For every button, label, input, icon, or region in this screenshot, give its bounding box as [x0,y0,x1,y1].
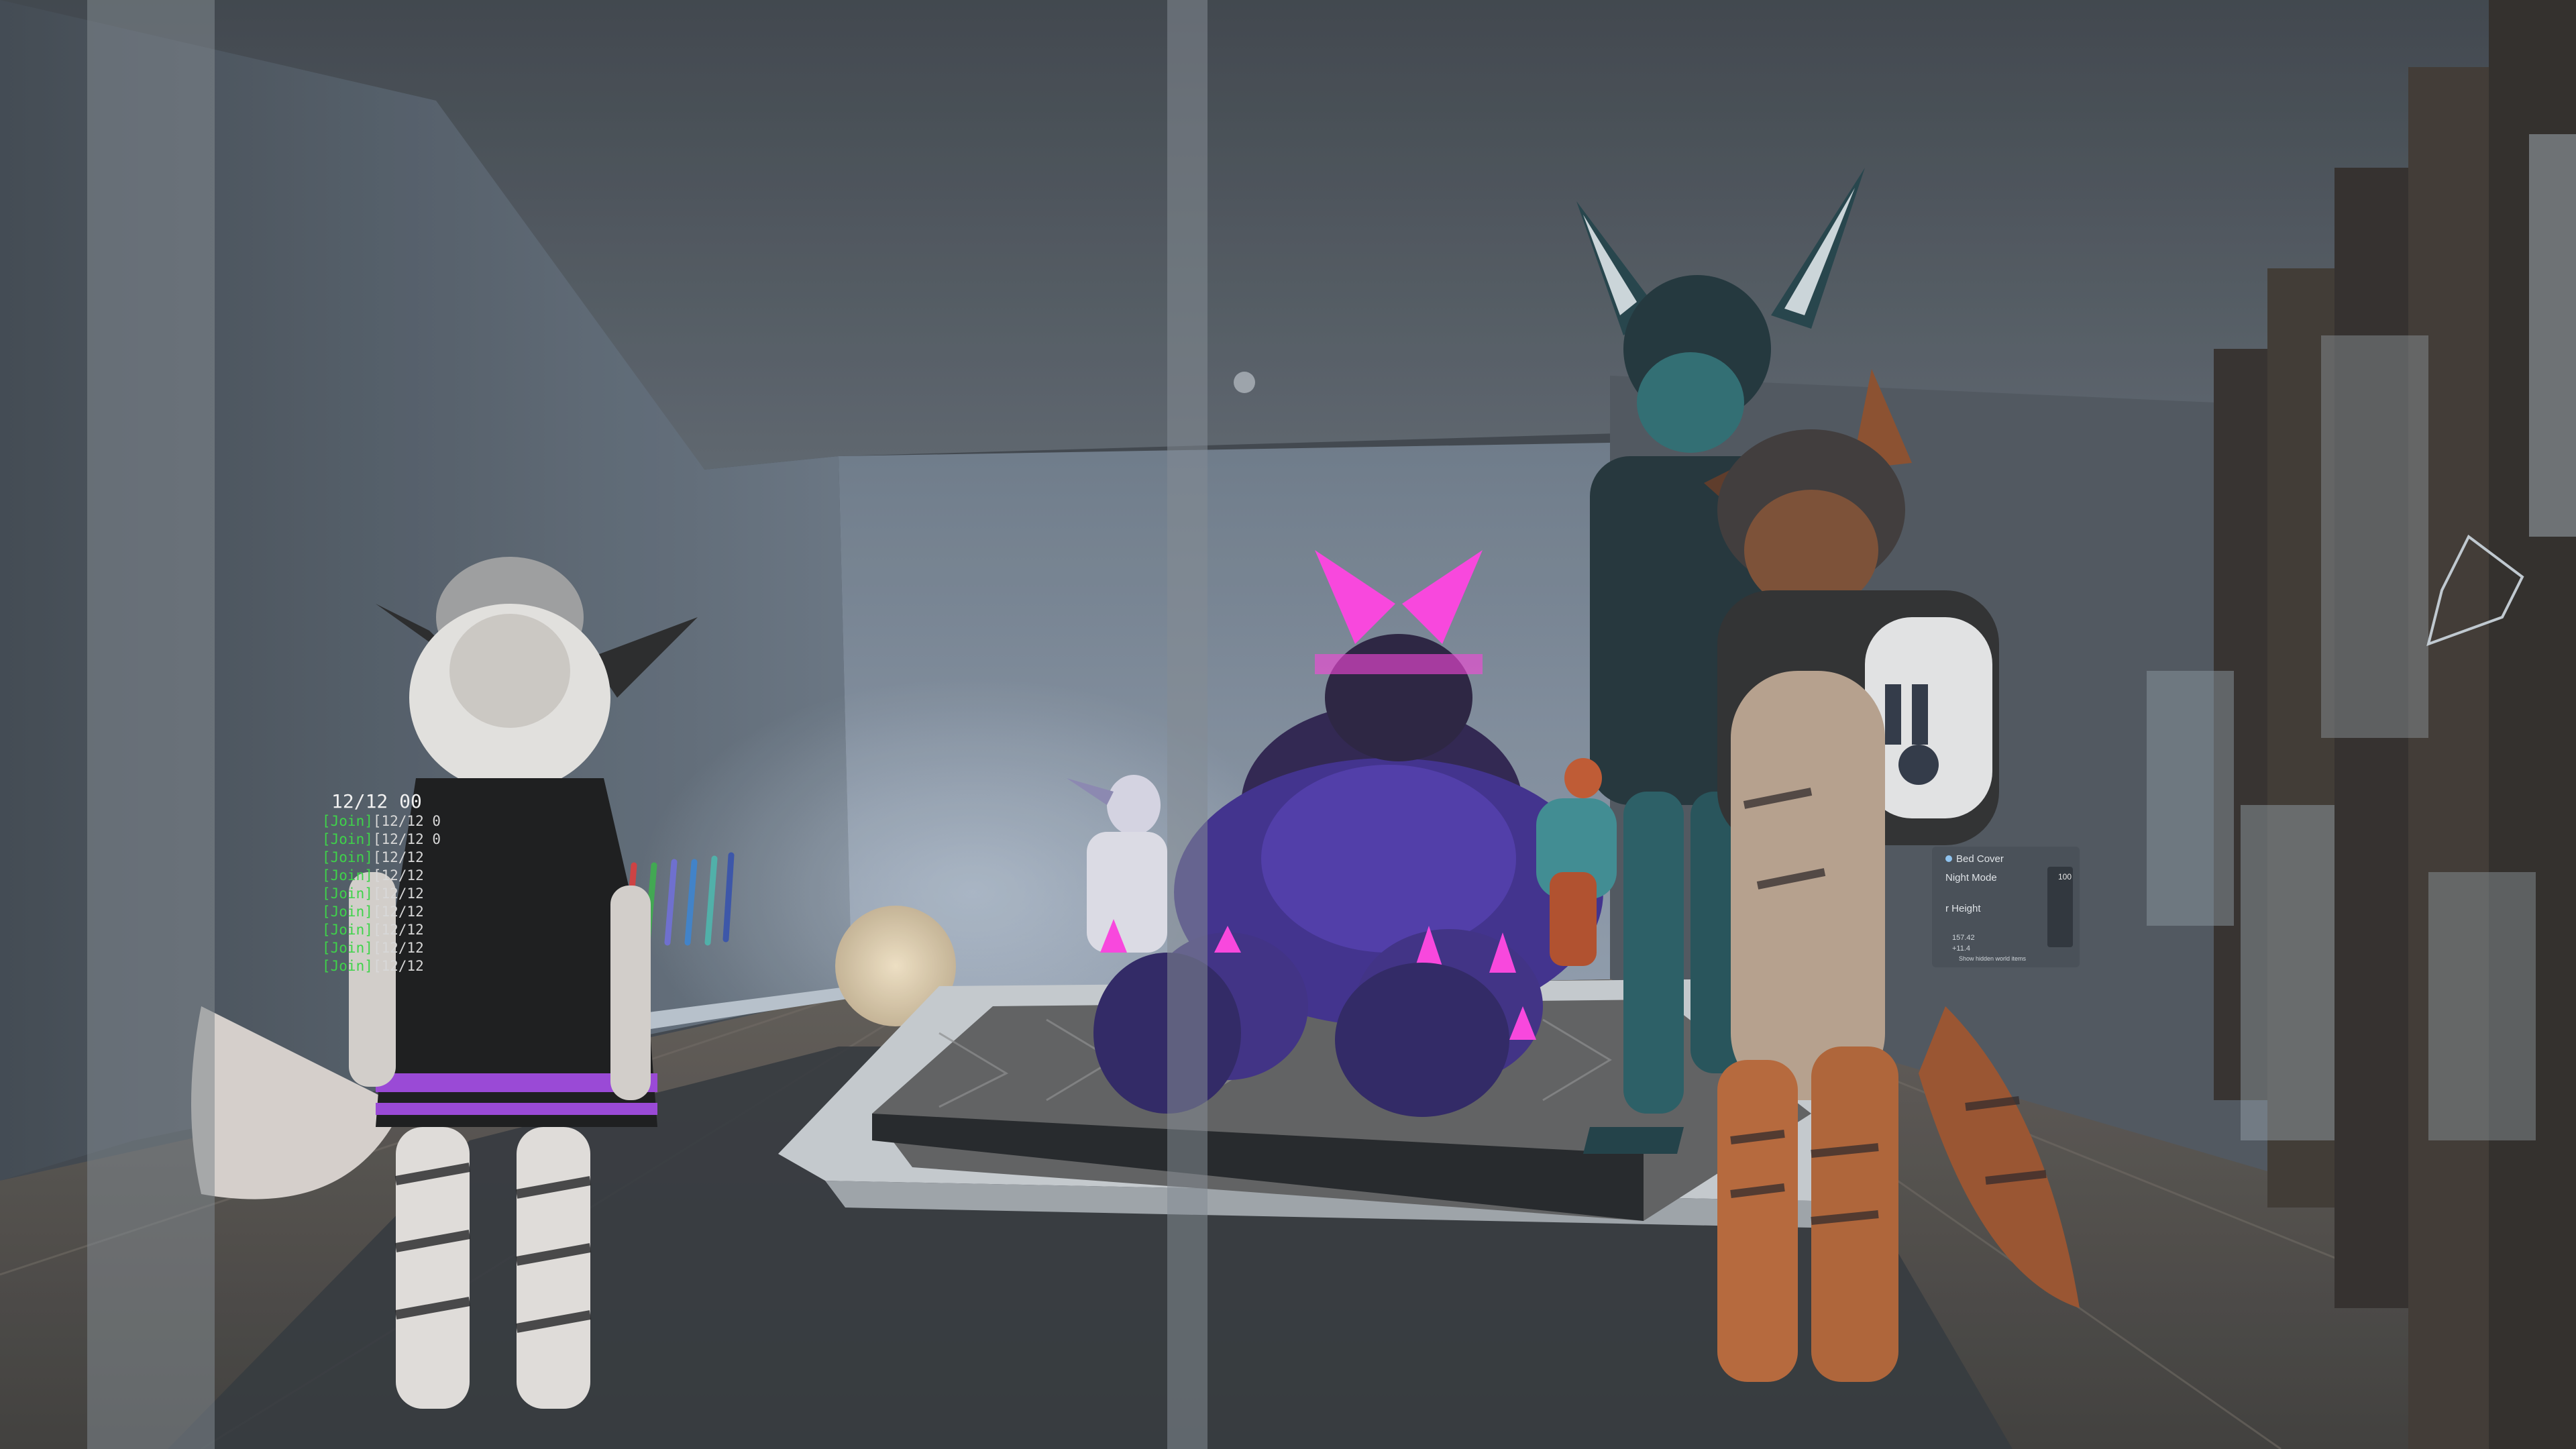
night-mode-label: Night Mode [1945,872,1997,883]
height-label: r Height [1945,903,1981,914]
bed-cover-toggle[interactable]: Bed Cover [1945,853,2004,865]
join-tag: [Join] [322,940,373,956]
join-tag: [Join] [322,813,373,829]
join-log-row: [Join][12/12 [322,939,424,957]
join-timestamp: [12/12 [372,885,424,902]
join-timestamp: [12/12 [372,867,424,883]
slider-value: 100 [2057,872,2072,881]
join-timestamp: [12/12 0 [372,813,441,829]
offset-readout: +11.4 [1952,945,1971,953]
bed-cover-label: Bed Cover [1956,853,2004,865]
vr-world-viewport: 12/12 00 [Join][12/12 0 [Join][12/12 0 [… [0,0,2576,1449]
join-tag: [Join] [322,904,373,920]
join-log-header: 12/12 00 [331,790,422,812]
join-timestamp: [12/12 [372,849,424,865]
bedroom-scene [0,0,2576,1449]
join-log-row: [Join][12/12 [322,957,424,975]
join-timestamp: [12/12 [372,904,424,920]
join-log-row: [Join][12/12 0 [322,812,441,830]
join-tag: [Join] [322,849,373,865]
height-readout: 157.42 [1952,934,1975,942]
join-tag: [Join] [322,922,373,938]
bed-settings-panel[interactable]: Bed Cover Night Mode r Height 157.42 +11… [1932,847,2080,967]
join-timestamp: [12/12 0 [372,831,441,847]
join-log-panel: 12/12 00 [Join][12/12 0 [Join][12/12 0 [… [322,790,441,991]
join-log-row: [Join][12/12 [322,867,424,885]
join-log-row: [Join][12/12 [322,849,424,867]
footnote-text: Show hidden world items [1959,955,2027,962]
join-tag: [Join] [322,958,373,974]
join-timestamp: [12/12 [372,940,424,956]
join-tag: [Join] [322,831,373,847]
join-tag: [Join] [322,885,373,902]
join-timestamp: [12/12 [372,958,424,974]
join-timestamp: [12/12 [372,922,424,938]
join-log-row: [Join][12/12 0 [322,830,441,849]
toggle-dot-icon [1945,855,1952,862]
join-log-row: [Join][12/12 [322,885,424,903]
join-log-row: [Join][12/12 [322,903,424,921]
join-tag: [Join] [322,867,373,883]
join-log-row: [Join][12/12 [322,921,424,939]
night-mode-toggle[interactable]: Night Mode [1945,872,1997,883]
height-option[interactable]: r Height [1945,903,1981,914]
